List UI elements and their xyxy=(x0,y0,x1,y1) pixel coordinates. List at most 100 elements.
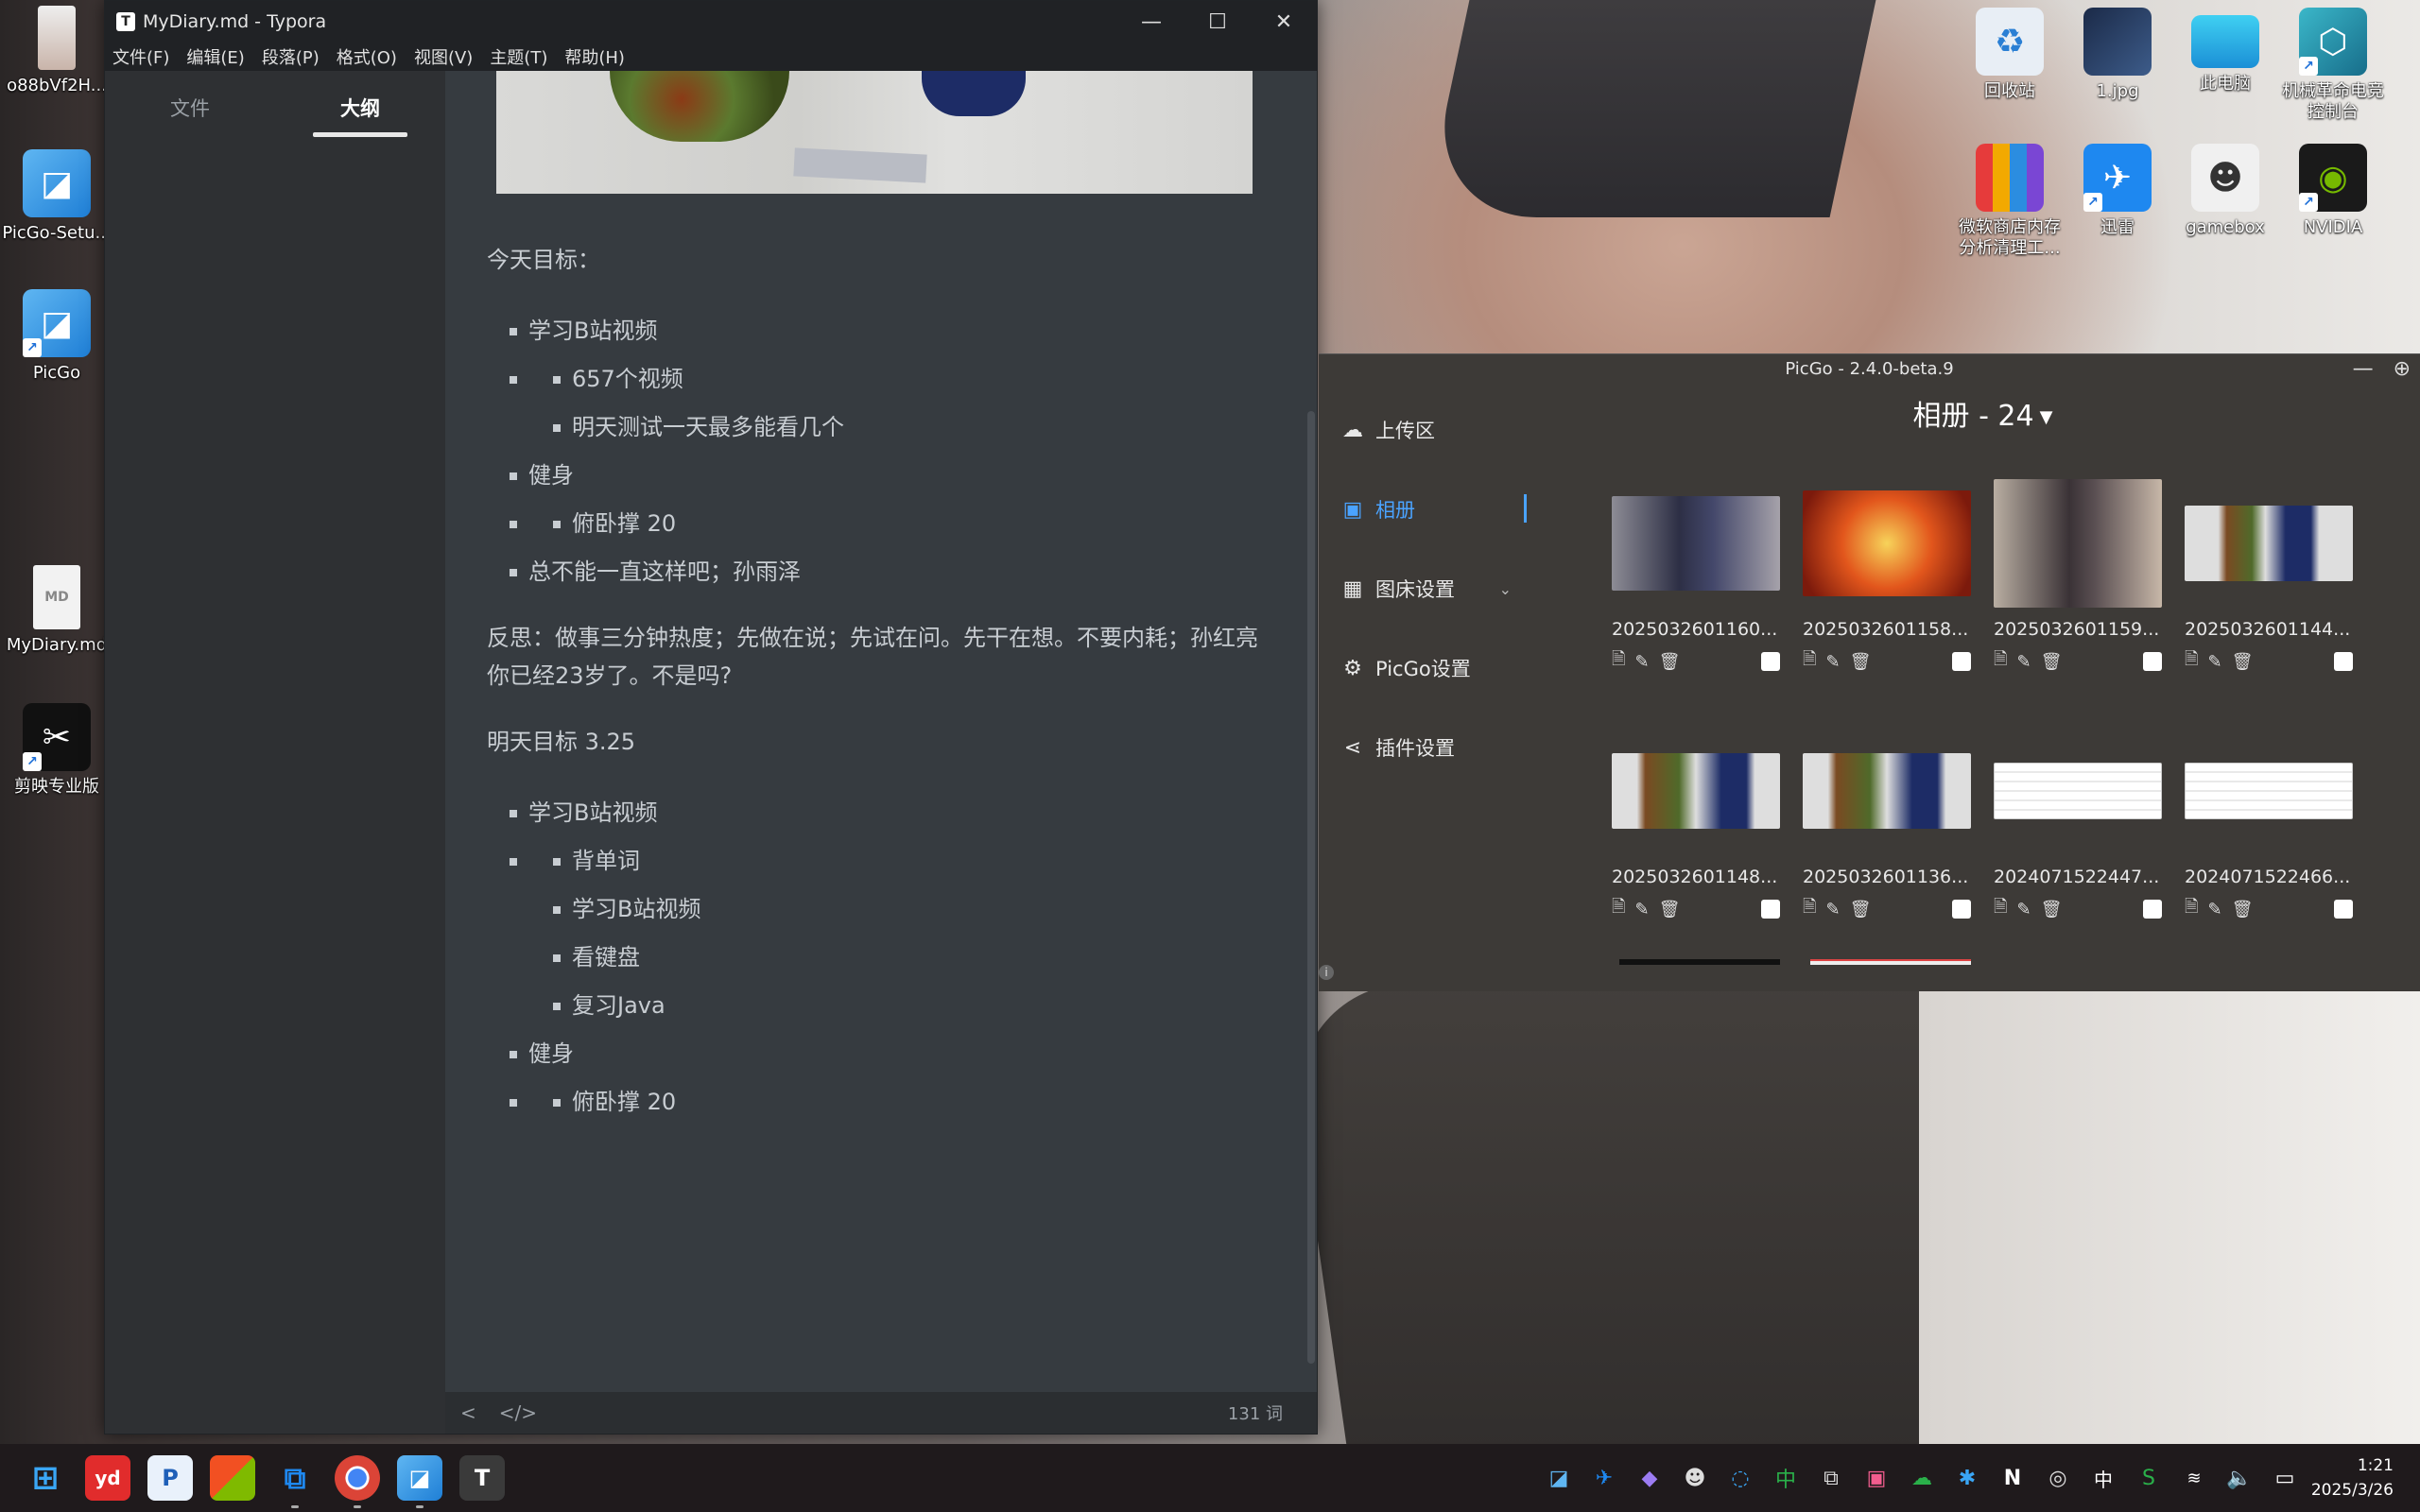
select-checkbox[interactable] xyxy=(1761,900,1780,919)
image-card[interactable]: 2025032601148... 🗎 ✎ 🗑 xyxy=(1612,725,1780,972)
copy-link-icon[interactable]: 🗎 xyxy=(1803,895,1816,923)
bluetooth-icon[interactable]: ✱ xyxy=(1945,1467,1990,1490)
snipaste-icon[interactable]: ⧉ xyxy=(272,1455,318,1508)
select-checkbox[interactable] xyxy=(2143,652,2162,671)
desktop-icon-xunlei[interactable]: ✈ ↗ 迅雷 xyxy=(2061,144,2174,238)
menu-paragraph[interactable]: 段落(P) xyxy=(262,44,320,69)
desktop-icon-gamebox[interactable]: ☻ gamebox xyxy=(2169,144,2282,238)
desktop-icon-recycle-bin[interactable]: ♻ 回收站 xyxy=(1953,8,2066,102)
edit-icon[interactable]: ✎ xyxy=(1825,900,1840,919)
image-card[interactable]: 2024071522447... 🗎 ✎ 🗑 xyxy=(1994,725,2162,972)
select-checkbox[interactable] xyxy=(2143,900,2162,919)
copy-link-icon[interactable]: 🗎 xyxy=(2185,895,2198,923)
desktop-icon-mechrevo[interactable]: ⬡ ↗ 机械革命电竞控制台 xyxy=(2276,8,2390,123)
image-card[interactable]: 2024071522466... 🗎 ✎ 🗑 xyxy=(2185,725,2353,972)
tab-outline[interactable]: 大纲 xyxy=(275,71,445,137)
select-checkbox[interactable] xyxy=(1952,900,1971,919)
xunlei-tray-icon[interactable]: ✈ xyxy=(1582,1467,1627,1490)
maximize-icon[interactable]: ☐ xyxy=(1184,1,1251,43)
trash-icon[interactable]: 🗑 xyxy=(1659,652,1681,672)
trash-icon[interactable]: 🗑 xyxy=(1850,900,1872,919)
word-count[interactable]: 131 词 xyxy=(1228,1400,1283,1425)
desktop-icon-photo[interactable]: o88bVf2H... xyxy=(0,6,113,96)
tray-icon[interactable]: ◌ xyxy=(1718,1467,1763,1490)
clock[interactable]: 1:21 2025/3/26 xyxy=(2311,1453,2394,1503)
edit-icon[interactable]: ✎ xyxy=(2207,652,2221,672)
typora-titlebar[interactable]: T MyDiary.md - Typora — ☐ ✕ xyxy=(105,1,1317,43)
menu-edit[interactable]: 编辑(E) xyxy=(186,44,244,69)
edit-icon[interactable]: ✎ xyxy=(2016,900,2031,919)
battery-icon[interactable]: ▭ xyxy=(2262,1467,2308,1490)
picgo-titlebar[interactable]: PicGo - 2.4.0-beta.9 — ⊕ xyxy=(1319,354,2420,385)
clipboard-tray-icon[interactable]: ⧉ xyxy=(1808,1467,1854,1490)
minimize-icon[interactable]: — xyxy=(1118,1,1184,43)
desktop-icon-jianying[interactable]: ✂ ↗ 剪映专业版 xyxy=(0,703,113,798)
youdao-icon[interactable]: yd xyxy=(85,1455,130,1501)
volume-icon[interactable]: 🔈 xyxy=(2217,1467,2262,1490)
edit-icon[interactable]: ✎ xyxy=(2016,652,2031,672)
image-card[interactable]: 2025032601136... 🗎 ✎ 🗑 xyxy=(1803,725,1971,972)
paypal-icon[interactable]: P xyxy=(147,1455,193,1501)
input-method-indicator[interactable]: 中 xyxy=(2081,1465,2126,1492)
nav-upload[interactable]: ☁ 上传区 xyxy=(1319,390,1546,470)
image-thumbnail[interactable] xyxy=(1803,753,1971,829)
edit-icon[interactable]: ✎ xyxy=(2207,900,2221,919)
image-thumbnail-partial[interactable] xyxy=(1810,959,1971,965)
globe-tray-icon[interactable]: ◎ xyxy=(2035,1467,2081,1490)
source-code-mode-button[interactable]: </> xyxy=(499,1401,537,1424)
menu-theme[interactable]: 主题(T) xyxy=(490,44,547,69)
image-thumbnail[interactable] xyxy=(1994,763,2162,819)
plus-circle-icon[interactable]: ⊕ xyxy=(2394,357,2411,381)
nav-plugin-settings[interactable]: ⋖ 插件设置 xyxy=(1319,708,1546,787)
bilibili-tray-icon[interactable]: ▣ xyxy=(1854,1467,1899,1490)
toggle-sidebar-button[interactable]: < xyxy=(460,1401,476,1424)
menu-file[interactable]: 文件(F) xyxy=(112,44,169,69)
copy-link-icon[interactable]: 🗎 xyxy=(1994,895,2007,923)
nav-picgo-settings[interactable]: ⚙ PicGo设置 xyxy=(1319,628,1546,708)
trash-icon[interactable]: 🗑 xyxy=(2232,900,2254,919)
select-checkbox[interactable] xyxy=(1761,652,1780,671)
store-icon[interactable] xyxy=(210,1455,255,1501)
nav-bed-settings[interactable]: ▦ 图床设置 ⌄ xyxy=(1319,549,1546,628)
picgo-tray-icon[interactable]: ◪ xyxy=(1536,1467,1582,1490)
editor-area[interactable]: 今天目标： 学习B站视频 657个视频 明天测试一天最多能看几个 健身 俯卧撑 … xyxy=(445,71,1317,1392)
tab-files[interactable]: 文件 xyxy=(105,71,275,137)
wifi-icon[interactable]: ≋ xyxy=(2171,1469,2217,1488)
copy-link-icon[interactable]: 🗎 xyxy=(1803,647,1816,676)
app-tray-icon[interactable]: ◆ xyxy=(1627,1467,1672,1490)
close-icon[interactable]: ✕ xyxy=(1251,1,1317,43)
desktop-icon-nvidia[interactable]: ◉ ↗ NVIDIA xyxy=(2276,144,2390,238)
image-card[interactable]: 2025032601144... 🗎 ✎ 🗑 xyxy=(2185,477,2353,725)
image-thumbnail[interactable] xyxy=(2185,763,2353,819)
picgo-icon[interactable]: ◪ xyxy=(397,1455,442,1508)
image-thumbnail[interactable] xyxy=(1994,479,2162,608)
select-checkbox[interactable] xyxy=(1952,652,1971,671)
menu-view[interactable]: 视图(V) xyxy=(414,44,473,69)
nav-album[interactable]: ▣ 相册 xyxy=(1319,470,1546,549)
menu-help[interactable]: 帮助(H) xyxy=(564,44,625,69)
trash-icon[interactable]: 🗑 xyxy=(2041,900,2063,919)
select-checkbox[interactable] xyxy=(2334,652,2353,671)
minimize-icon[interactable]: — xyxy=(2353,357,2374,381)
wechat-tray-icon[interactable]: ☁ xyxy=(1899,1467,1945,1490)
editor-scrollbar[interactable] xyxy=(1307,411,1315,1364)
image-card[interactable]: 2025032601158... 🗎 ✎ 🗑 xyxy=(1803,477,1971,725)
desktop-icon-picgo-setup[interactable]: ◪ PicGo-Setu... xyxy=(0,149,113,244)
typora-icon[interactable]: T xyxy=(459,1455,505,1501)
image-thumbnail[interactable] xyxy=(1612,496,1780,591)
image-thumbnail[interactable] xyxy=(1612,753,1780,829)
windows-start-icon[interactable]: ⊞ xyxy=(23,1455,68,1501)
edit-icon[interactable]: ✎ xyxy=(1634,652,1649,672)
trash-icon[interactable]: 🗑 xyxy=(2232,652,2254,672)
notion-tray-icon[interactable]: N xyxy=(1990,1467,2035,1490)
desktop-icon-this-pc[interactable]: 此电脑 xyxy=(2169,8,2282,94)
image-thumbnail[interactable] xyxy=(2185,506,2353,581)
gamebox-tray-icon[interactable]: ☻ xyxy=(1672,1467,1718,1490)
edit-icon[interactable]: ✎ xyxy=(1825,652,1840,672)
chrome-icon[interactable] xyxy=(335,1455,380,1508)
copy-link-icon[interactable]: 🗎 xyxy=(1612,895,1625,923)
image-thumbnail[interactable] xyxy=(1803,490,1971,596)
trash-icon[interactable]: 🗑 xyxy=(1850,652,1872,672)
trash-icon[interactable]: 🗑 xyxy=(1659,900,1681,919)
trash-icon[interactable]: 🗑 xyxy=(2041,652,2063,672)
